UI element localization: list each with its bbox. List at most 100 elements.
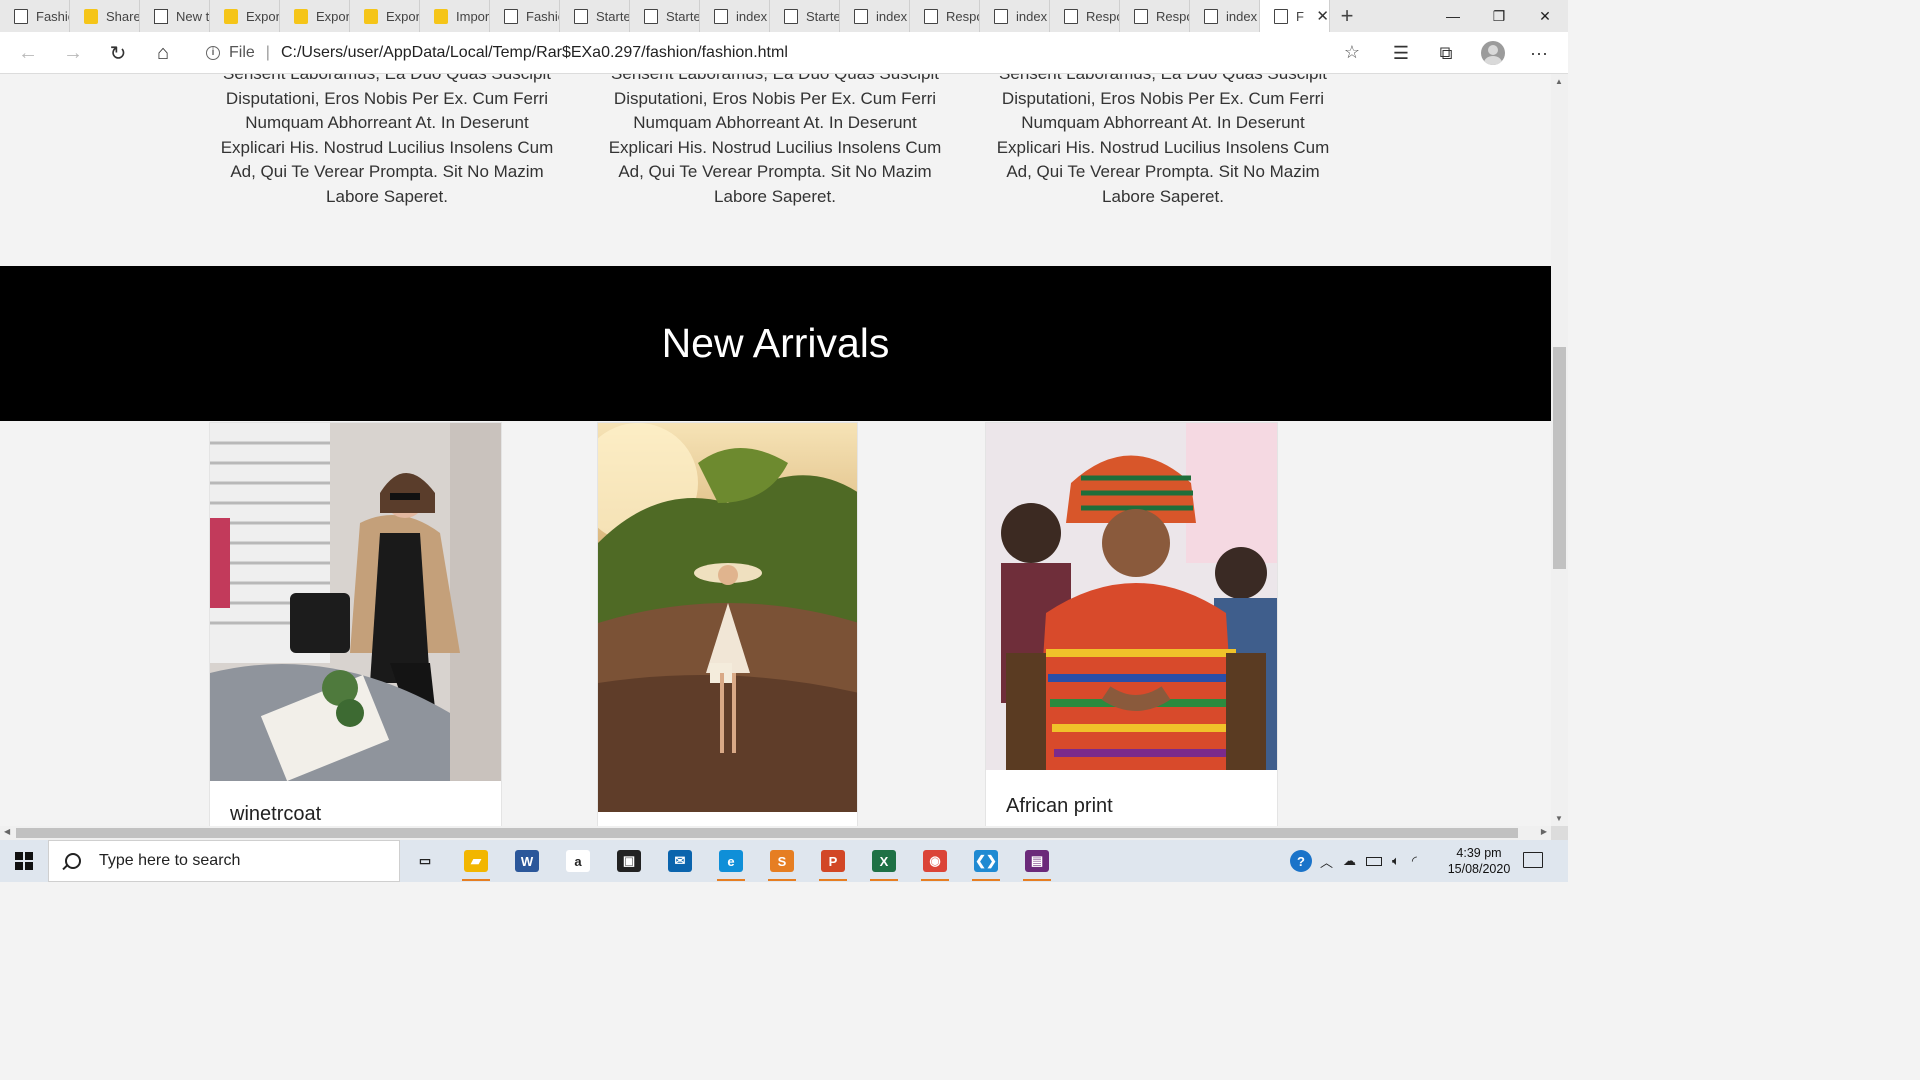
page-icon — [1274, 8, 1288, 24]
help-icon[interactable]: ? — [1290, 850, 1312, 872]
browser-tab[interactable]: index — [700, 0, 770, 32]
address-bar[interactable]: i File | C:/Users/user/AppData/Local/Tem… — [194, 36, 1370, 70]
tab-label: Expor — [246, 8, 279, 24]
favorite-star-icon[interactable]: ☆ — [1344, 42, 1360, 63]
system-tray: ? ︿ ☁ 🔈︎ ◜ — [1290, 840, 1417, 882]
about-text-col-1: Sensent Laboramus, Ea Duo Quas Suscipit … — [220, 74, 554, 206]
browser-tab[interactable]: Share — [70, 0, 140, 32]
page-icon — [644, 8, 658, 24]
browser-tab[interactable]: Respo — [910, 0, 980, 32]
clock-date: 15/08/2020 — [1447, 862, 1511, 876]
folder-icon — [224, 8, 238, 24]
tab-label: index — [876, 8, 908, 24]
product-card-3[interactable]: African print — [985, 422, 1278, 826]
task-view-app-icon[interactable]: ▭ — [407, 845, 443, 877]
browser-tab[interactable]: Fashic — [490, 0, 560, 32]
powerpoint-app-icon[interactable]: P — [815, 845, 851, 881]
winrar-app-icon[interactable]: ▤ — [1019, 845, 1055, 881]
home-button[interactable]: ⌂ — [149, 40, 177, 66]
about-text-col-3: Sensent Laboramus, Ea Duo Quas Suscipit … — [996, 74, 1330, 206]
url-separator: | — [265, 44, 270, 61]
page-icon — [1204, 8, 1218, 24]
url-text[interactable]: C:/Users/user/AppData/Local/Temp/Rar$EXa… — [281, 44, 788, 62]
vscode-app-icon[interactable]: ❮❯ — [968, 845, 1004, 881]
page-icon — [1134, 8, 1148, 24]
scroll-down-icon[interactable]: ▼ — [1555, 814, 1563, 823]
page-icon — [574, 8, 588, 24]
product-image-winter-coat[interactable] — [210, 423, 501, 781]
scroll-left-icon[interactable]: ◀ — [4, 827, 10, 836]
refresh-button[interactable]: ↻ — [104, 40, 132, 66]
vertical-scroll-thumb[interactable] — [1553, 347, 1566, 569]
product-card-1[interactable]: winetrcoat — [209, 422, 502, 826]
restore-button[interactable]: ❐ — [1476, 0, 1522, 32]
battery-icon[interactable] — [1366, 856, 1383, 866]
browser-tab[interactable]: Respo — [1120, 0, 1190, 32]
info-icon[interactable]: i — [206, 46, 220, 60]
mail-app-icon[interactable]: ✉ — [662, 845, 698, 877]
browser-tab[interactable]: index — [1190, 0, 1260, 32]
forward-button[interactable]: → — [59, 40, 87, 66]
chrome-app-icon[interactable]: ◉ — [917, 845, 953, 881]
browser-tab[interactable]: Starte — [560, 0, 630, 32]
volume-icon[interactable]: 🔈︎ — [1392, 853, 1400, 869]
edge-app-icon[interactable]: e — [713, 845, 749, 881]
tab-label: Share — [106, 8, 139, 24]
tab-label: Expor — [316, 8, 349, 24]
amazon-app-icon[interactable]: a — [560, 845, 596, 877]
scroll-up-icon[interactable]: ▲ — [1555, 77, 1563, 86]
browser-tab[interactable]: Fashic — [0, 0, 70, 32]
sublime-app-icon[interactable]: S — [764, 845, 800, 881]
tab-label: Respo — [1086, 8, 1119, 24]
page-icon — [994, 8, 1008, 24]
wifi-icon[interactable]: ◜ — [1412, 853, 1417, 869]
close-tab-icon[interactable]: ✕ — [1316, 7, 1329, 25]
browser-tab[interactable]: Respo — [1050, 0, 1120, 32]
settings-menu-icon[interactable]: ··· — [1525, 40, 1553, 66]
taskbar-search-box[interactable]: Type here to search — [48, 840, 400, 882]
browser-tab[interactable]: Starte — [630, 0, 700, 32]
back-button[interactable]: ← — [14, 40, 42, 66]
page-icon — [14, 8, 28, 24]
browser-tab[interactable]: Expor — [280, 0, 350, 32]
page-icon — [504, 8, 518, 24]
tab-label: Fashic — [36, 8, 69, 24]
browser-tab[interactable]: index — [840, 0, 910, 32]
tab-label: index — [1226, 8, 1258, 24]
start-button[interactable] — [0, 840, 48, 882]
windows-logo-icon — [15, 852, 33, 870]
browser-tab[interactable]: index — [980, 0, 1050, 32]
newtab-icon — [154, 8, 168, 24]
notification-center-icon[interactable] — [1523, 852, 1543, 868]
minimize-button[interactable]: — — [1430, 0, 1476, 32]
horizontal-scrollbar[interactable]: ◀ ▶ — [0, 826, 1551, 840]
browser-tab[interactable]: Starte — [770, 0, 840, 32]
new-arrivals-banner: New Arrivals — [0, 266, 1551, 421]
search-icon — [65, 853, 81, 869]
browser-tab[interactable]: Impor — [420, 0, 490, 32]
file-explorer-app-icon[interactable]: ▰ — [458, 845, 494, 881]
store-app-icon[interactable]: ▣ — [611, 845, 647, 877]
product-image-vineyard-dress[interactable] — [598, 423, 857, 812]
excel-app-icon[interactable]: X — [866, 845, 902, 881]
collections-icon[interactable]: ⧉ — [1432, 40, 1460, 66]
chevron-up-icon[interactable]: ︿ — [1320, 852, 1333, 871]
browser-toolbar: ← → ↻ ⌂ i File | C:/Users/user/AppData/L… — [0, 32, 1568, 74]
vertical-scrollbar[interactable]: ▲ ▼ — [1551, 74, 1568, 826]
profile-avatar[interactable] — [1481, 41, 1505, 65]
browser-tab[interactable]: Expor — [210, 0, 280, 32]
onedrive-cloud-icon[interactable]: ☁ — [1343, 853, 1356, 869]
product-image-african-print[interactable] — [986, 423, 1277, 770]
browser-tab[interactable]: Expor — [350, 0, 420, 32]
taskbar-clock[interactable]: 4:39 pm 15/08/2020 — [1444, 845, 1514, 877]
new-tab-button[interactable]: + — [1330, 0, 1364, 32]
close-window-button[interactable]: ✕ — [1522, 0, 1568, 32]
horizontal-scroll-thumb[interactable] — [16, 828, 1518, 838]
active-tab[interactable]: F ✕ — [1260, 0, 1330, 32]
word-app-icon[interactable]: W — [509, 845, 545, 877]
product-card-2[interactable] — [597, 422, 858, 826]
browser-tab[interactable]: New t — [140, 0, 210, 32]
favorites-icon[interactable]: ☰ — [1387, 40, 1415, 66]
scroll-right-icon[interactable]: ▶ — [1541, 827, 1547, 836]
page-icon — [784, 8, 798, 24]
